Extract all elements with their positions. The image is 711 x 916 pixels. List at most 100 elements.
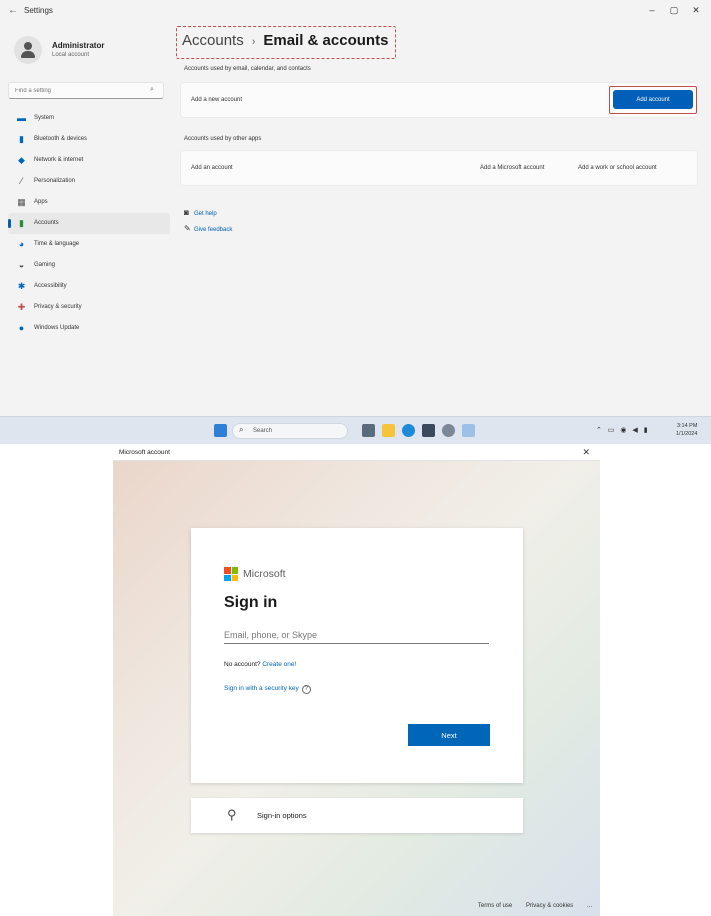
edge-icon[interactable] <box>402 424 415 437</box>
create-account-link[interactable]: Create one! <box>262 661 296 668</box>
sidebar-item-label: Apps <box>34 199 48 205</box>
feedback-icon: ✎ <box>184 224 191 233</box>
no-account-text: No account? <box>224 661 261 668</box>
microsoft-logo-icon <box>224 567 238 581</box>
sidebar-item-privacy[interactable]: ✚ Privacy & security <box>8 297 170 318</box>
taskbar-clock[interactable]: 3:14 PM 1/1/2024 <box>676 422 697 438</box>
user-profile[interactable]: Administrator Local account <box>10 30 160 74</box>
dialog-footer: Terms of use Privacy & cookies ... <box>466 903 592 909</box>
sidebar-item-network[interactable]: ◆ Network & internet <box>8 150 170 171</box>
search-icon: ⌕ <box>239 425 244 434</box>
close-icon[interactable]: ✕ <box>686 3 706 17</box>
key-search-icon: ⚲ <box>227 807 237 822</box>
brand-name: Microsoft <box>243 568 286 580</box>
wifi-icon: ◆ <box>18 155 25 165</box>
email-field[interactable] <box>224 626 489 644</box>
page-title: Email & accounts <box>263 32 389 49</box>
update-icon: ● <box>18 323 25 333</box>
breadcrumb-separator: › <box>251 36 256 48</box>
accessibility-icon: ✱ <box>17 281 26 291</box>
breadcrumb: Accounts › Email & accounts <box>182 32 388 49</box>
apps-icon: ▦ <box>17 197 26 207</box>
clock-time: 3:14 PM <box>676 423 698 429</box>
add-work-school-account-link[interactable]: Add a work or school account <box>578 165 657 171</box>
sidebar-item-label: Windows Update <box>34 325 80 331</box>
maximize-icon[interactable]: ▢ <box>664 3 684 17</box>
app-title: Settings <box>24 6 53 15</box>
minimize-icon[interactable]: – <box>642 3 662 17</box>
add-new-account-label: Add a new account <box>191 97 243 103</box>
section-label-email-accounts: Accounts used by email, calendar, and co… <box>184 66 311 72</box>
sign-in-card: Microsoft Sign in No account? Create one… <box>191 528 523 783</box>
file-explorer-icon[interactable] <box>382 424 395 437</box>
taskbar-search-label: Search <box>253 428 273 434</box>
sign-in-options-label: Sign-in options <box>257 811 307 820</box>
clock-date: 1/1/2024 <box>676 431 698 437</box>
help-icon: ◙ <box>184 208 189 217</box>
sign-in-options-button[interactable]: ⚲ Sign-in options <box>191 798 523 833</box>
system-tray[interactable]: ⌃ ▭ ◉ ◀ ▮ <box>596 426 650 434</box>
globe-clock-icon: ◕ <box>18 239 25 249</box>
sidebar-item-label: Accounts <box>34 220 59 226</box>
back-arrow-icon[interactable]: ← <box>8 5 18 16</box>
microsoft-account-dialog: Microsoft account ✕ Microsoft Sign in No… <box>113 445 600 916</box>
dialog-title: Microsoft account <box>119 449 170 456</box>
sidebar-item-windows-update[interactable]: ● Windows Update <box>8 318 170 339</box>
sidebar-item-bluetooth[interactable]: ▮ Bluetooth & devices <box>8 129 170 150</box>
sidebar-item-label: System <box>34 115 55 121</box>
sidebar-item-accounts[interactable]: ▮ Accounts <box>8 213 170 234</box>
brush-icon: ⁄ <box>20 176 23 186</box>
sidebar-item-label: Time & language <box>34 241 80 247</box>
app-icon[interactable] <box>462 424 475 437</box>
monitor-icon: ▬ <box>17 113 26 123</box>
help-question-icon[interactable]: ? <box>301 685 311 694</box>
sidebar-item-label: Network & internet <box>34 157 84 163</box>
more-options-link[interactable]: ... <box>587 903 592 909</box>
no-account-row: No account? Create one! <box>224 661 296 668</box>
give-feedback-label: Give feedback <box>194 227 233 233</box>
profile-subtitle: Local account <box>52 52 90 58</box>
bluetooth-icon: ▮ <box>19 134 24 144</box>
add-microsoft-account-link[interactable]: Add a Microsoft account <box>480 165 544 171</box>
shield-icon: ✚ <box>17 302 26 312</box>
settings-titlebar: ← Settings – ▢ ✕ <box>0 0 711 22</box>
privacy-cookies-link[interactable]: Privacy & cookies <box>526 903 573 909</box>
avatar <box>14 36 42 64</box>
sidebar-item-label: Privacy & security <box>34 304 82 310</box>
settings-window: ← Settings – ▢ ✕ Administrator Local acc… <box>0 0 711 444</box>
next-button[interactable]: Next <box>408 724 490 746</box>
gamepad-icon: ◒ <box>18 260 25 270</box>
breadcrumb-parent[interactable]: Accounts <box>182 32 244 49</box>
store-icon[interactable] <box>422 424 435 437</box>
find-setting-input[interactable] <box>8 82 164 99</box>
taskbar-search[interactable]: ⌕ Search <box>232 423 348 439</box>
sidebar-item-accessibility[interactable]: ✱ Accessibility <box>8 276 170 297</box>
security-key-link[interactable]: Sign in with a security key? <box>224 685 311 694</box>
sidebar-item-gaming[interactable]: ◒ Gaming <box>8 255 170 276</box>
sidebar-item-label: Gaming <box>34 262 56 268</box>
sidebar-item-label: Accessibility <box>34 283 67 289</box>
security-key-label: Sign in with a security key <box>224 685 299 692</box>
sidebar-item-time-language[interactable]: ◕ Time & language <box>8 234 170 255</box>
settings-gear-icon[interactable] <box>442 424 455 437</box>
search-icon: ⌕ <box>150 86 154 93</box>
taskbar: ⌕ Search ⌃ ▭ ◉ ◀ ▮ 3:14 PM 1/1/2024 <box>0 416 711 444</box>
terms-of-use-link[interactable]: Terms of use <box>478 903 512 909</box>
add-account-button[interactable]: Add account <box>613 90 693 109</box>
sidebar-item-label: Bluetooth & devices <box>34 136 88 142</box>
add-an-account-label: Add an account <box>191 165 233 171</box>
get-help-link[interactable]: ◙ Get help <box>184 208 217 217</box>
task-view-icon[interactable] <box>362 424 375 437</box>
sidebar-item-label: Personalization <box>34 178 76 184</box>
profile-name: Administrator <box>52 41 105 50</box>
sign-in-heading: Sign in <box>224 594 278 611</box>
start-icon[interactable] <box>214 424 227 437</box>
dialog-titlebar: Microsoft account ✕ <box>113 445 600 461</box>
sidebar-item-system[interactable]: ▬ System <box>8 108 170 129</box>
section-label-other-apps: Accounts used by other apps <box>184 136 262 142</box>
close-icon[interactable]: ✕ <box>582 447 590 458</box>
person-icon: ▮ <box>19 218 24 228</box>
sidebar-item-apps[interactable]: ▦ Apps <box>8 192 170 213</box>
sidebar-item-personalization[interactable]: ⁄ Personalization <box>8 171 170 192</box>
give-feedback-link[interactable]: ✎ Give feedback <box>184 224 232 233</box>
